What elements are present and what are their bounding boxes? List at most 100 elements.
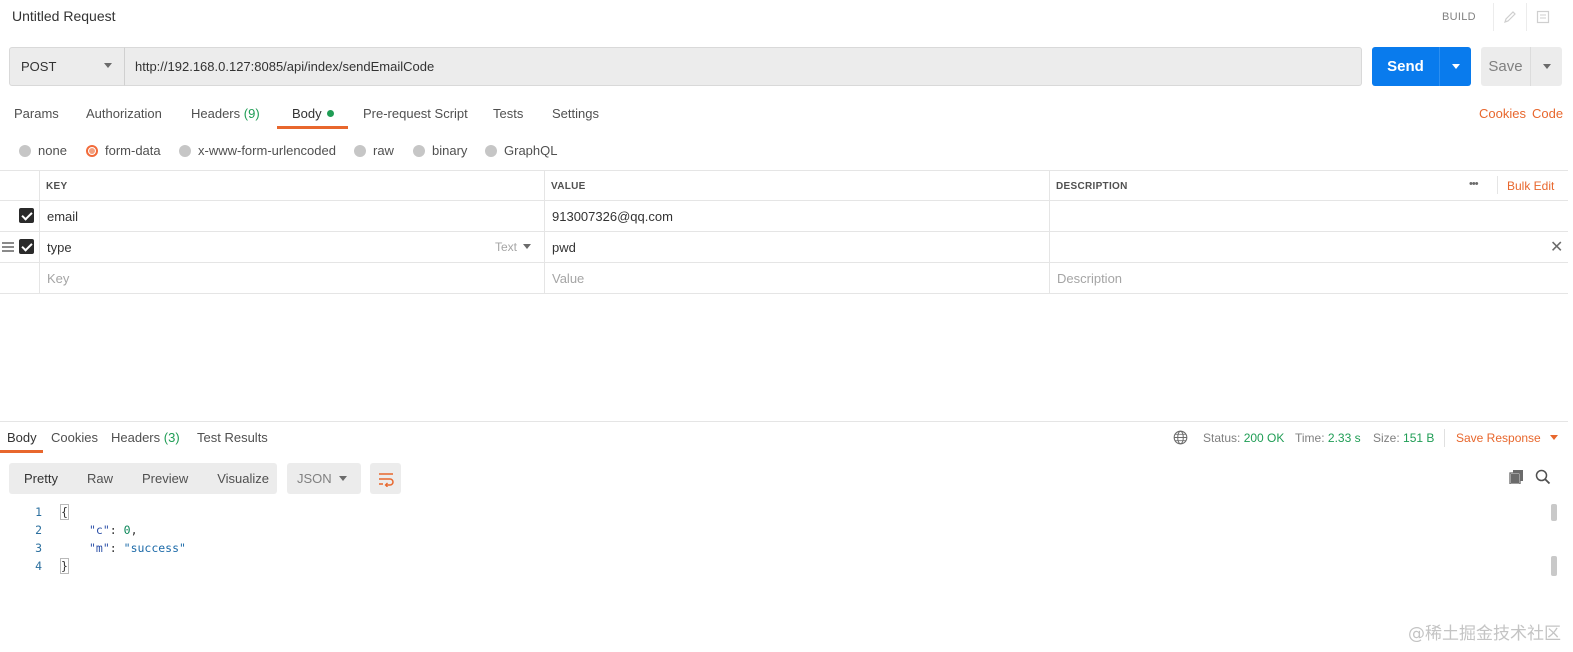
new-description-input[interactable]: Description: [1057, 271, 1122, 286]
more-options-icon[interactable]: •••: [1469, 178, 1479, 190]
radio-none-label: none: [38, 143, 67, 158]
active-tab-indicator: [0, 450, 43, 453]
divider: [0, 170, 1568, 171]
url-input[interactable]: http://192.168.0.127:8085/api/index/send…: [124, 47, 1362, 86]
chevron-down-icon: [1542, 64, 1551, 69]
radio-urlencoded-label: x-www-form-urlencoded: [198, 143, 336, 158]
delete-row-icon[interactable]: ✕: [1550, 237, 1563, 257]
save-options-button[interactable]: [1530, 47, 1562, 86]
build-label[interactable]: BUILD: [1442, 11, 1476, 23]
line-number: 3: [35, 541, 42, 555]
response-tab-headers[interactable]: Headers (3): [111, 430, 180, 445]
save-response-button[interactable]: Save Response: [1456, 431, 1559, 445]
status-label: Status:: [1203, 431, 1241, 445]
radio-form-data-label: form-data: [105, 143, 161, 158]
comments-icon[interactable]: [1526, 3, 1558, 31]
tab-body-label: Body: [292, 106, 322, 121]
drag-handle-icon[interactable]: [2, 240, 14, 254]
radio-graphql[interactable]: GraphQL: [485, 143, 557, 158]
row-type-label: Text: [495, 240, 518, 254]
new-value-input[interactable]: Value: [552, 271, 584, 286]
method-label: POST: [21, 59, 57, 74]
tab-headers[interactable]: Headers (9): [191, 106, 260, 121]
divider: [0, 231, 1568, 232]
row-value[interactable]: pwd: [552, 240, 576, 255]
size-value: 151 B: [1403, 431, 1435, 445]
size-indicator[interactable]: Size: 151 B: [1373, 431, 1434, 445]
row-key[interactable]: email: [47, 209, 78, 224]
view-mode-pretty[interactable]: Pretty: [24, 471, 58, 486]
divider: [0, 262, 1568, 263]
save-label: Save: [1488, 58, 1523, 75]
tab-authorization[interactable]: Authorization: [86, 106, 162, 121]
row-enabled-checkbox[interactable]: [19, 239, 34, 254]
radio-urlencoded[interactable]: x-www-form-urlencoded: [179, 143, 336, 158]
wrap-icon: [378, 472, 394, 487]
tab-settings[interactable]: Settings: [552, 106, 599, 121]
radio-none[interactable]: none: [19, 143, 67, 158]
json-key: "c": [89, 523, 110, 537]
tab-body[interactable]: Body: [292, 106, 334, 121]
globe-icon[interactable]: [1173, 430, 1188, 448]
row-type-select[interactable]: Text: [495, 240, 532, 254]
scrollbar-thumb[interactable]: [1551, 556, 1557, 576]
chevron-down-icon: [1550, 435, 1559, 440]
save-button[interactable]: Save: [1481, 47, 1562, 86]
wrap-lines-button[interactable]: [370, 463, 401, 494]
tab-params[interactable]: Params: [14, 106, 59, 121]
response-tab-headers-label: Headers: [111, 430, 161, 445]
radio-raw[interactable]: raw: [354, 143, 394, 158]
view-mode-visualize[interactable]: Visualize: [217, 471, 269, 486]
radio-form-data[interactable]: form-data: [86, 143, 161, 158]
size-label: Size:: [1373, 431, 1400, 445]
json-value: 0: [123, 523, 131, 537]
cookies-link[interactable]: Cookies: [1479, 106, 1526, 121]
send-button[interactable]: Send: [1372, 47, 1471, 86]
json-key: "m": [89, 541, 110, 555]
new-key-input[interactable]: Key: [47, 271, 69, 286]
response-body-viewer[interactable]: 1 2 3 4 { "c": 0, "m": "success" }: [0, 502, 1545, 592]
request-title[interactable]: Untitled Request: [12, 8, 116, 24]
edit-icon[interactable]: [1493, 3, 1525, 31]
divider: [0, 200, 1568, 201]
chevron-down-icon: [1451, 64, 1460, 69]
tab-prerequest-script[interactable]: Pre-request Script: [363, 106, 468, 121]
status-indicator[interactable]: Status: 200 OK: [1203, 431, 1284, 445]
response-tab-test-results[interactable]: Test Results: [197, 430, 268, 445]
time-label: Time:: [1295, 431, 1325, 445]
copy-icon[interactable]: [1509, 469, 1524, 487]
tab-headers-count: (9): [243, 106, 260, 121]
row-value[interactable]: 913007326@qq.com: [552, 209, 673, 224]
response-tab-cookies[interactable]: Cookies: [51, 430, 98, 445]
bulk-edit-link[interactable]: Bulk Edit: [1507, 179, 1554, 193]
row-key[interactable]: type: [47, 240, 72, 255]
method-select[interactable]: POST: [9, 47, 125, 86]
radio-circle-icon: [485, 144, 497, 157]
view-mode-raw[interactable]: Raw: [87, 471, 113, 486]
row-enabled-checkbox[interactable]: [19, 208, 34, 223]
search-icon[interactable]: [1535, 469, 1551, 488]
time-value: 2.33 s: [1327, 431, 1361, 445]
url-text: http://192.168.0.127:8085/api/index/send…: [135, 59, 435, 74]
format-select[interactable]: JSON: [287, 463, 361, 494]
form-data-table: KEY VALUE DESCRIPTION ••• Bulk Edit emai…: [0, 170, 1568, 294]
json-close-brace: }: [60, 558, 69, 574]
radio-binary[interactable]: binary: [413, 143, 467, 158]
response-tab-headers-count: (3): [163, 430, 180, 445]
response-tab-body[interactable]: Body: [7, 430, 37, 445]
line-number: 4: [35, 559, 42, 573]
divider: [0, 293, 1568, 294]
chevron-down-icon: [339, 476, 347, 481]
time-indicator[interactable]: Time: 2.33 s: [1295, 431, 1361, 445]
radio-raw-label: raw: [373, 143, 394, 158]
view-mode-preview[interactable]: Preview: [142, 471, 188, 486]
json-value: "success": [123, 541, 186, 555]
watermark-text: @稀土掘金技术社区: [1408, 624, 1561, 644]
radio-circle-icon: [19, 144, 31, 157]
radio-selected-icon: [86, 144, 98, 157]
send-options-button[interactable]: [1439, 47, 1471, 86]
save-response-label: Save Response: [1456, 431, 1541, 445]
tab-tests[interactable]: Tests: [493, 106, 523, 121]
code-link[interactable]: Code: [1532, 106, 1563, 121]
scrollbar-thumb[interactable]: [1551, 504, 1557, 521]
